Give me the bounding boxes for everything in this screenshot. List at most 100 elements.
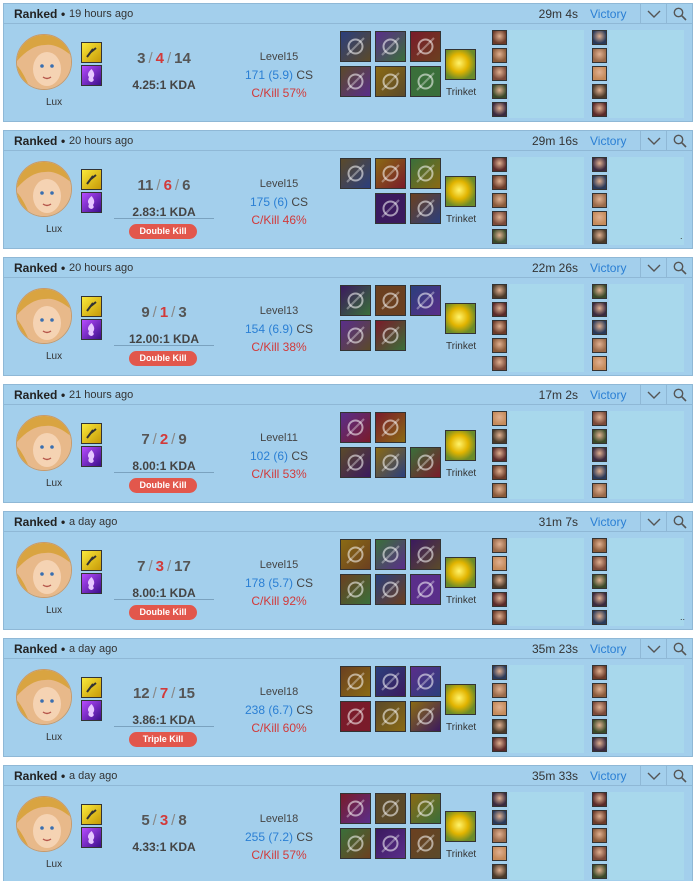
- player-champion-icon[interactable]: [492, 447, 507, 462]
- player-champion-icon[interactable]: [492, 483, 507, 498]
- player-champion-icon[interactable]: [492, 30, 507, 45]
- player-champion-icon[interactable]: [592, 30, 607, 45]
- item-icon[interactable]: [375, 574, 406, 605]
- player-champion-icon[interactable]: [492, 320, 507, 335]
- item-icon[interactable]: [410, 828, 441, 859]
- trinket-ward-icon[interactable]: [445, 684, 476, 715]
- item-icon[interactable]: [410, 793, 441, 824]
- item-icon[interactable]: [375, 447, 406, 478]
- player-champion-icon[interactable]: [592, 701, 607, 716]
- player-champion-icon[interactable]: [592, 810, 607, 825]
- item-icon[interactable]: [340, 158, 371, 189]
- item-icon[interactable]: [410, 31, 441, 62]
- player-champion-icon[interactable]: [592, 538, 607, 553]
- item-icon[interactable]: [375, 285, 406, 316]
- item-icon[interactable]: [410, 447, 441, 478]
- player-champion-icon[interactable]: [592, 338, 607, 353]
- item-icon[interactable]: [340, 574, 371, 605]
- player-champion-icon[interactable]: [492, 229, 507, 244]
- item-icon[interactable]: [340, 66, 371, 97]
- item-icon[interactable]: [410, 285, 441, 316]
- trinket-ward-icon[interactable]: [445, 430, 476, 461]
- expand-button[interactable]: [640, 639, 666, 659]
- champion-portrait[interactable]: [16, 796, 72, 852]
- item-icon[interactable]: [410, 539, 441, 570]
- player-champion-icon[interactable]: [492, 429, 507, 444]
- trinket-ward-icon[interactable]: [445, 303, 476, 334]
- player-champion-icon[interactable]: [592, 102, 607, 117]
- player-champion-icon[interactable]: [592, 574, 607, 589]
- player-champion-icon[interactable]: [592, 302, 607, 317]
- details-button[interactable]: [666, 385, 692, 405]
- player-champion-icon[interactable]: [492, 284, 507, 299]
- item-icon[interactable]: [375, 412, 406, 443]
- champion-portrait[interactable]: [16, 161, 72, 217]
- champion-portrait[interactable]: [16, 669, 72, 725]
- expand-button[interactable]: [640, 766, 666, 786]
- item-icon[interactable]: [340, 666, 371, 697]
- champion-portrait[interactable]: [16, 415, 72, 471]
- details-button[interactable]: [666, 4, 692, 24]
- player-champion-icon[interactable]: [492, 665, 507, 680]
- player-champion-icon[interactable]: [592, 864, 607, 879]
- item-icon[interactable]: [340, 320, 371, 351]
- player-champion-icon[interactable]: [492, 48, 507, 63]
- player-champion-icon[interactable]: [492, 574, 507, 589]
- match-card[interactable]: Ranked • 19 hours ago 29m 4s Victory Lux 3/4/1…: [3, 3, 693, 122]
- player-champion-icon[interactable]: [592, 229, 607, 244]
- player-champion-icon[interactable]: [492, 737, 507, 752]
- item-icon[interactable]: [340, 447, 371, 478]
- player-champion-icon[interactable]: [592, 84, 607, 99]
- details-button[interactable]: [666, 512, 692, 532]
- champion-portrait[interactable]: [16, 542, 72, 598]
- item-icon[interactable]: [340, 793, 371, 824]
- player-champion-icon[interactable]: [492, 864, 507, 879]
- player-champion-icon[interactable]: [592, 792, 607, 807]
- player-champion-icon[interactable]: [592, 665, 607, 680]
- details-button[interactable]: [666, 639, 692, 659]
- player-champion-icon[interactable]: [592, 592, 607, 607]
- player-champion-icon[interactable]: [592, 320, 607, 335]
- player-champion-icon[interactable]: [592, 284, 607, 299]
- player-champion-icon[interactable]: [592, 737, 607, 752]
- expand-button[interactable]: [640, 131, 666, 151]
- player-champion-icon[interactable]: [492, 701, 507, 716]
- trinket-ward-icon[interactable]: [445, 557, 476, 588]
- details-button[interactable]: [666, 766, 692, 786]
- item-icon[interactable]: [410, 701, 441, 732]
- player-champion-icon[interactable]: [492, 719, 507, 734]
- player-champion-icon[interactable]: [592, 683, 607, 698]
- player-champion-icon[interactable]: [592, 211, 607, 226]
- item-icon[interactable]: [375, 158, 406, 189]
- player-champion-icon[interactable]: [492, 302, 507, 317]
- player-champion-icon[interactable]: [492, 102, 507, 117]
- player-champion-icon[interactable]: [592, 556, 607, 571]
- trinket-ward-icon[interactable]: [445, 49, 476, 80]
- player-champion-icon[interactable]: [592, 483, 607, 498]
- player-champion-icon[interactable]: [492, 556, 507, 571]
- player-champion-icon[interactable]: [492, 792, 507, 807]
- player-champion-icon[interactable]: [592, 411, 607, 426]
- item-icon[interactable]: [375, 701, 406, 732]
- player-champion-icon[interactable]: [592, 465, 607, 480]
- match-card[interactable]: Ranked • 20 hours ago 22m 26s Victory Lux 9/1/…: [3, 257, 693, 376]
- player-champion-icon[interactable]: [492, 683, 507, 698]
- trinket-ward-icon[interactable]: [445, 176, 476, 207]
- expand-button[interactable]: [640, 385, 666, 405]
- item-icon[interactable]: [375, 793, 406, 824]
- item-icon[interactable]: [375, 31, 406, 62]
- expand-button[interactable]: [640, 512, 666, 532]
- player-champion-icon[interactable]: [492, 610, 507, 625]
- player-champion-icon[interactable]: [592, 429, 607, 444]
- match-card[interactable]: Ranked • 21 hours ago 17m 2s Victory Lux 7/2/9…: [3, 384, 693, 503]
- item-icon[interactable]: [375, 320, 406, 351]
- expand-button[interactable]: [640, 4, 666, 24]
- item-icon[interactable]: [375, 539, 406, 570]
- item-icon[interactable]: [375, 66, 406, 97]
- details-button[interactable]: [666, 131, 692, 151]
- item-icon[interactable]: [375, 828, 406, 859]
- player-champion-icon[interactable]: [492, 338, 507, 353]
- player-champion-icon[interactable]: [492, 592, 507, 607]
- match-card[interactable]: Ranked • a day ago 31m 7s Victory Lux 7/3/17 8.…: [3, 511, 693, 630]
- item-icon[interactable]: [410, 666, 441, 697]
